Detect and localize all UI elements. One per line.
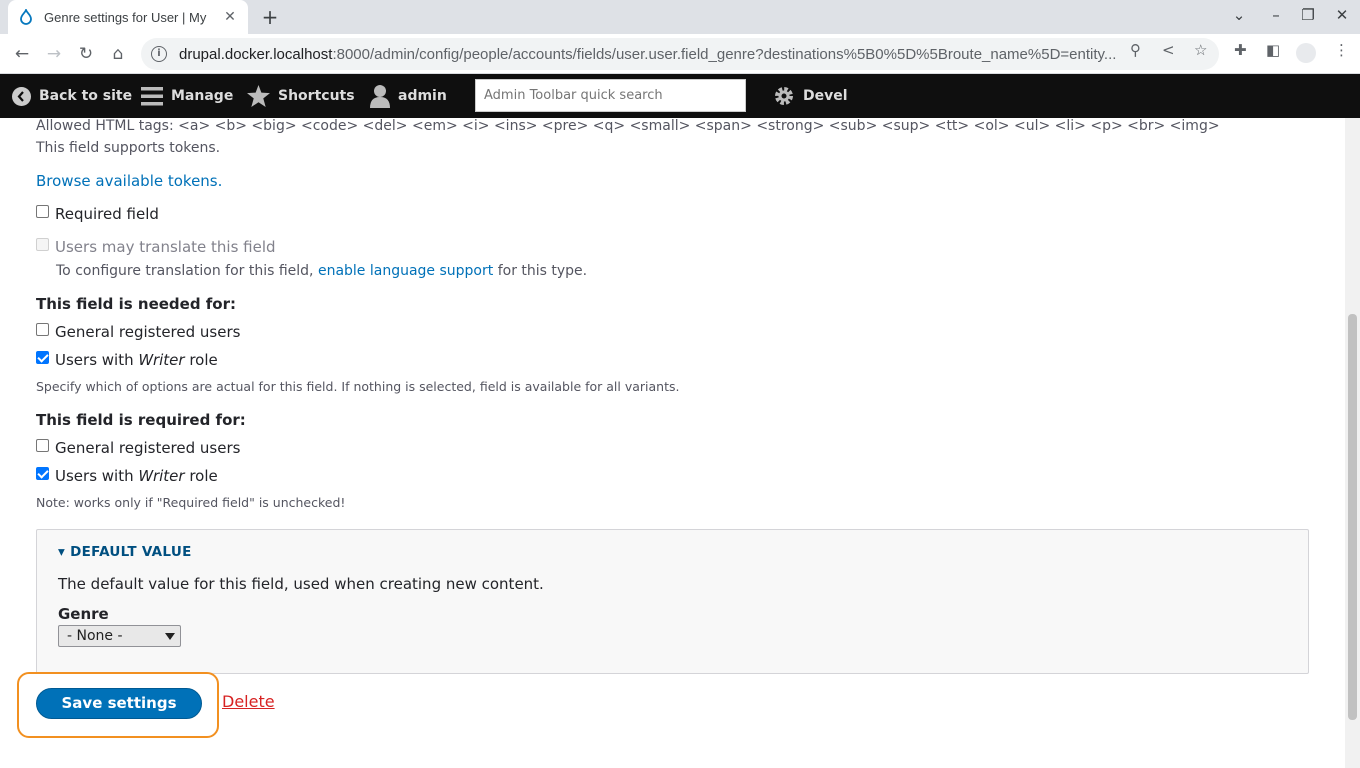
needed-general-checkbox[interactable]: [36, 323, 49, 336]
required-field-checkbox[interactable]: [36, 205, 49, 218]
required-for-description: Note: works only if "Required field" is …: [36, 495, 346, 510]
hamburger-icon: [141, 86, 163, 106]
chevron-down-icon: [165, 633, 175, 640]
user-menu[interactable]: admin: [370, 74, 447, 118]
site-info-icon[interactable]: i: [151, 46, 167, 62]
reload-icon[interactable]: ↻: [74, 42, 98, 66]
window-close-icon[interactable]: ✕: [1332, 6, 1352, 24]
genre-label: Genre: [58, 605, 109, 623]
required-general-label[interactable]: General registered users: [55, 439, 240, 457]
save-settings-button[interactable]: Save settings: [36, 688, 202, 719]
user-icon: [370, 84, 390, 108]
side-panel-icon[interactable]: ◧: [1266, 41, 1280, 59]
tab-close-icon[interactable]: ✕: [222, 9, 238, 25]
browser-tab[interactable]: Genre settings for User | My ✕: [8, 0, 248, 34]
required-writer-checkbox[interactable]: [36, 467, 49, 480]
minimize-icon[interactable]: –: [1266, 6, 1286, 24]
admin-toolbar-search-input[interactable]: [475, 79, 746, 112]
browse-tokens-link[interactable]: Browse available tokens.: [36, 172, 222, 190]
allowed-html-text: Allowed HTML tags: <a> <b> <big> <code> …: [36, 118, 1220, 134]
profile-avatar-icon[interactable]: [1296, 43, 1316, 63]
translate-field-checkbox[interactable]: [36, 238, 49, 251]
browser-tab-bar: Genre settings for User | My ✕ + ⌄ – ❐ ✕: [0, 0, 1360, 34]
supports-tokens-text: This field supports tokens.: [36, 140, 221, 156]
new-tab-icon[interactable]: +: [258, 5, 282, 29]
back-to-site-link[interactable]: Back to site: [12, 74, 132, 118]
page-content: Allowed HTML tags: <a> <b> <big> <code> …: [0, 118, 1345, 768]
star-icon: [247, 85, 270, 107]
menu-kebab-icon[interactable]: ⋮: [1334, 41, 1349, 59]
delete-link[interactable]: Delete: [222, 692, 275, 711]
shortcuts-menu[interactable]: Shortcuts: [247, 74, 355, 118]
forward-icon[interactable]: →: [42, 42, 66, 66]
translate-note: To configure translation for this field,…: [56, 263, 588, 279]
share-icon[interactable]: <: [1162, 41, 1175, 59]
admin-toolbar: Back to site Manage Shortcuts admin Deve…: [0, 74, 1360, 118]
url-text[interactable]: drupal.docker.localhost:8000/admin/confi…: [179, 46, 1129, 63]
translate-field-label: Users may translate this field: [55, 238, 276, 256]
devel-menu[interactable]: Devel: [773, 74, 848, 118]
default-value-summary[interactable]: ▾ DEFAULT VALUE: [58, 544, 192, 560]
default-value-fieldset: ▾ DEFAULT VALUE The default value for th…: [36, 529, 1309, 674]
needed-for-description: Specify which of options are actual for …: [36, 379, 680, 394]
scrollbar-thumb[interactable]: [1348, 314, 1357, 720]
browser-nav-bar: ← → ↻ ⌂ i drupal.docker.localhost:8000/a…: [0, 34, 1360, 74]
needed-general-label[interactable]: General registered users: [55, 323, 240, 341]
extensions-icon[interactable]: ✚: [1234, 41, 1247, 59]
drupal-favicon-icon: [20, 9, 32, 25]
needed-writer-checkbox[interactable]: [36, 351, 49, 364]
manage-menu[interactable]: Manage: [141, 74, 233, 118]
genre-select[interactable]: - None -: [58, 625, 181, 647]
required-general-checkbox[interactable]: [36, 439, 49, 452]
needed-writer-label[interactable]: Users with Writer role: [55, 351, 218, 369]
restore-icon[interactable]: ❐: [1298, 6, 1318, 24]
needed-for-heading: This field is needed for:: [36, 295, 237, 313]
home-icon[interactable]: ⌂: [106, 42, 130, 66]
page-scrollbar[interactable]: [1345, 118, 1360, 768]
enable-language-support-link[interactable]: enable language support: [318, 263, 493, 279]
required-writer-label[interactable]: Users with Writer role: [55, 467, 218, 485]
default-value-description: The default value for this field, used w…: [58, 575, 544, 593]
address-bar[interactable]: i drupal.docker.localhost:8000/admin/con…: [141, 38, 1219, 70]
tab-search-icon[interactable]: ⌄: [1229, 6, 1249, 24]
zoom-icon[interactable]: ⚲: [1130, 41, 1141, 59]
back-arrow-icon: [12, 86, 31, 106]
bookmark-star-icon[interactable]: ☆: [1194, 41, 1207, 59]
tab-title: Genre settings for User | My: [44, 9, 207, 25]
required-for-heading: This field is required for:: [36, 411, 246, 429]
required-field-label[interactable]: Required field: [55, 205, 159, 223]
back-icon[interactable]: ←: [10, 42, 34, 66]
gear-icon: [773, 85, 795, 107]
